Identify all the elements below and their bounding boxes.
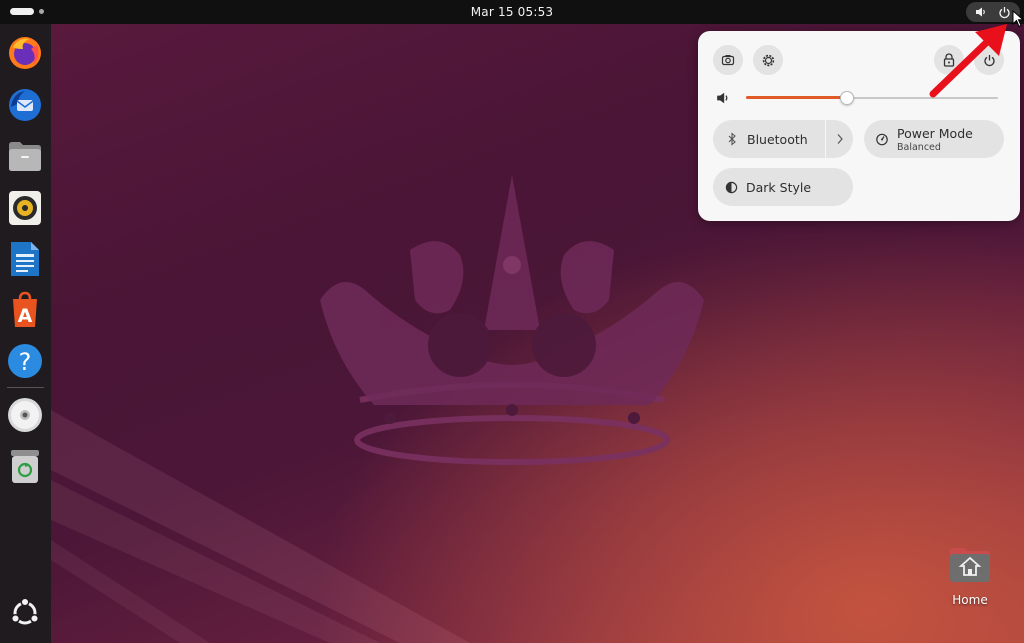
power-mode-toggle[interactable]: Power Mode Balanced xyxy=(864,120,1004,158)
bluetooth-icon xyxy=(728,132,736,146)
thunderbird-icon xyxy=(9,89,41,121)
dark-style-label: Dark Style xyxy=(746,179,812,195)
help-icon: ? xyxy=(8,344,42,378)
svg-text:?: ? xyxy=(19,348,32,376)
dock-item-trash[interactable] xyxy=(6,447,44,485)
crown-logo xyxy=(320,175,704,465)
settings-icon xyxy=(762,54,774,66)
app-center-icon: A xyxy=(13,291,37,327)
home-label: Home xyxy=(952,593,988,607)
power-mode-label: Power Mode xyxy=(897,125,973,141)
home-folder-icon xyxy=(950,548,990,582)
dock-item-rhythmbox[interactable] xyxy=(6,189,44,227)
dock-item-writer[interactable] xyxy=(6,240,44,278)
annotation-arrow-icon xyxy=(929,24,1007,98)
chevron-right-icon xyxy=(837,134,843,144)
screenshot-button[interactable] xyxy=(713,45,743,75)
dock-separator xyxy=(7,387,44,388)
bluetooth-toggle[interactable]: Bluetooth xyxy=(713,120,853,158)
desktop-home-folder[interactable]: Home xyxy=(940,545,1000,615)
volume-slider-fill xyxy=(746,96,847,99)
dark-style-toggle[interactable]: Dark Style xyxy=(713,168,853,206)
clock[interactable]: Mar 15 05:53 xyxy=(0,5,1024,19)
rhythmbox-icon xyxy=(9,191,41,225)
dock-item-firefox[interactable] xyxy=(6,34,44,72)
trash-icon xyxy=(11,450,39,483)
show-apps-button[interactable] xyxy=(6,594,44,632)
power-icon xyxy=(999,6,1010,18)
power-mode-value: Balanced xyxy=(897,141,941,153)
dark-style-icon xyxy=(725,181,738,193)
top-bar: Mar 15 05:53 xyxy=(0,0,1024,24)
dock: A ? xyxy=(0,24,51,643)
settings-button[interactable] xyxy=(753,45,783,75)
power-mode-icon xyxy=(876,133,888,146)
bluetooth-label: Bluetooth xyxy=(747,131,808,147)
files-icon xyxy=(9,142,41,171)
dock-item-files[interactable] xyxy=(6,137,44,175)
dock-item-thunderbird[interactable] xyxy=(6,86,44,124)
writer-icon xyxy=(11,242,39,276)
mouse-pointer-icon xyxy=(1012,10,1024,28)
speaker-icon xyxy=(975,7,985,17)
volume-slider-handle[interactable] xyxy=(839,91,854,105)
disc-icon xyxy=(8,398,42,432)
dock-item-help[interactable]: ? xyxy=(6,342,44,380)
screenshot-icon xyxy=(721,55,735,66)
bluetooth-expand-button[interactable] xyxy=(826,120,853,158)
dock-item-app-center[interactable]: A xyxy=(6,291,44,329)
speaker-icon xyxy=(717,92,728,104)
dock-item-disc[interactable] xyxy=(6,396,44,434)
firefox-icon xyxy=(9,37,41,69)
svg-text:A: A xyxy=(18,305,33,327)
ubuntu-logo-icon xyxy=(10,597,40,625)
